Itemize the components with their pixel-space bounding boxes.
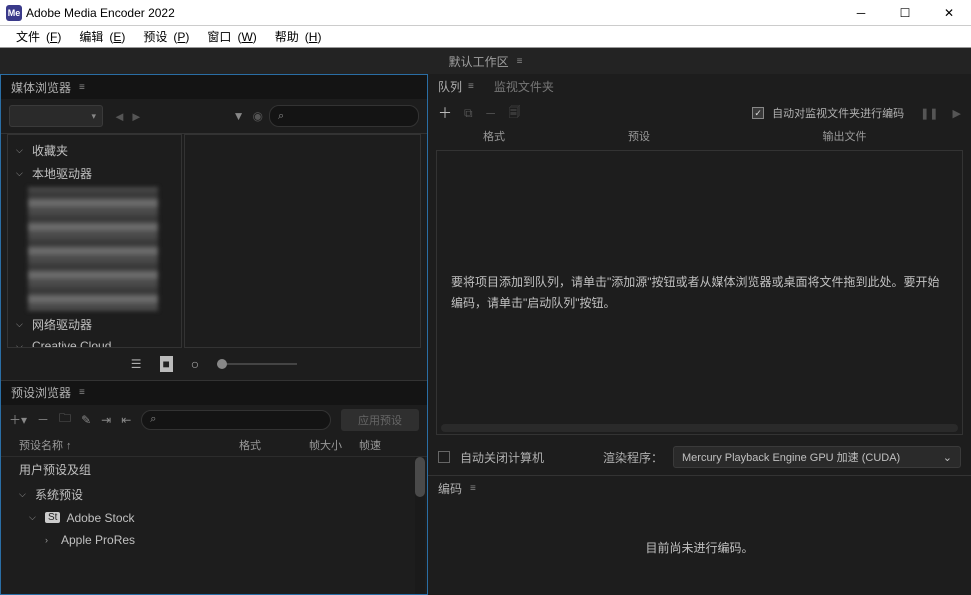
- edit-preset-icon[interactable]: ✎: [81, 413, 91, 427]
- encode-title[interactable]: 编码: [438, 480, 462, 497]
- preset-search-input[interactable]: ⌕: [141, 410, 331, 430]
- preset-user-group[interactable]: 用户预设及组: [1, 457, 427, 482]
- queue-drop-area[interactable]: 要将项目添加到队列，请单击"添加源"按钮或者从媒体浏览器或桌面将文件拖到此处。要…: [436, 150, 963, 435]
- folder-icon[interactable]: 🗀: [59, 409, 71, 430]
- preset-browser-panel: 预设浏览器 ≡ ＋▾ － 🗀 ✎ ⇥ ⇤ ⌕ 应用预设 预设名称 ↑ 格式 帧大…: [1, 380, 427, 595]
- redacted-drives: [28, 187, 158, 311]
- tree-favorites[interactable]: ⌵收藏夹: [8, 139, 181, 162]
- col-preset-name[interactable]: 预设名称 ↑: [19, 437, 239, 453]
- preset-browser-header: 预设浏览器 ≡: [1, 381, 427, 405]
- menu-bar: 文件(F) 编辑(E) 预设(P) 窗口(W) 帮助(H): [0, 26, 971, 48]
- media-tree: ⌵收藏夹 ⌵本地驱动器 ⌵网络驱动器 ⌵Creative Cloud ›▤团队项…: [7, 134, 182, 348]
- media-view-toolbar: ☰ ■ ○: [1, 348, 427, 380]
- preset-toolbar: ＋▾ － 🗀 ✎ ⇥ ⇤ ⌕ 应用预设: [1, 405, 427, 435]
- queue-empty-message: 要将项目添加到队列，请单击"添加源"按钮或者从媒体浏览器或桌面将文件拖到此处。要…: [451, 272, 948, 313]
- col-preset[interactable]: 预设: [544, 128, 734, 150]
- app-icon: Me: [6, 5, 22, 21]
- nav-back-icon[interactable]: ◄: [113, 109, 126, 124]
- renderer-label: 渲染程序：: [603, 449, 663, 466]
- minimize-button[interactable]: ─: [839, 0, 883, 26]
- preset-columns: 预设名称 ↑ 格式 帧大小 帧速: [1, 435, 427, 457]
- col-format[interactable]: 格式: [444, 128, 544, 150]
- col-output[interactable]: 输出文件: [734, 128, 955, 150]
- queue-hscrollbar[interactable]: [441, 424, 958, 432]
- panel-menu-icon[interactable]: ≡: [470, 483, 476, 494]
- list-view-icon[interactable]: ☰: [131, 357, 142, 371]
- eye-icon[interactable]: ◉: [253, 109, 263, 123]
- panel-menu-icon[interactable]: ≡: [79, 82, 85, 93]
- encode-header: 编码 ≡: [428, 476, 971, 500]
- encode-status: 目前尚未进行编码。: [428, 500, 971, 595]
- menu-edit[interactable]: 编辑(E): [67, 28, 131, 45]
- workspace-bar: 默认工作区 ≡: [0, 48, 971, 74]
- encode-panel: 编码 ≡ 目前尚未进行编码。: [428, 475, 971, 595]
- right-column: 队列≡ 监视文件夹 ＋ ⧉ － 🗐 ✓ 自动对监视文件夹进行编码 ❚❚ ▶ 格式…: [428, 74, 971, 595]
- title-bar: Me Adobe Media Encoder 2022 ─ ☐ ✕: [0, 0, 971, 26]
- tree-local-drives[interactable]: ⌵本地驱动器: [8, 162, 181, 185]
- queue-columns: 格式 预设 输出文件: [428, 128, 971, 150]
- copy-icon[interactable]: 🗐: [509, 103, 521, 124]
- tree-network-drives[interactable]: ⌵网络驱动器: [8, 313, 181, 336]
- nav-forward-icon[interactable]: ►: [130, 109, 143, 124]
- close-button[interactable]: ✕: [927, 0, 971, 26]
- workspace-label[interactable]: 默认工作区: [449, 53, 509, 70]
- start-queue-icon[interactable]: ▶: [953, 107, 961, 120]
- maximize-button[interactable]: ☐: [883, 0, 927, 26]
- import-preset-icon[interactable]: ⇥: [101, 413, 111, 427]
- preset-system-group[interactable]: ⌵系统预设: [1, 482, 427, 507]
- media-browser-header: 媒体浏览器 ≡: [1, 75, 427, 99]
- preset-browser-title[interactable]: 预设浏览器: [11, 384, 71, 401]
- tab-watch-folders[interactable]: 监视文件夹: [494, 78, 554, 95]
- col-framesize[interactable]: 帧大小: [309, 437, 359, 453]
- preset-scrollbar-thumb[interactable]: [415, 457, 425, 497]
- media-content-pane: [184, 134, 421, 348]
- auto-encode-label: 自动对监视文件夹进行编码: [772, 105, 904, 121]
- duplicate-icon[interactable]: ⧉: [464, 106, 473, 121]
- media-search-input[interactable]: ⌕: [269, 105, 419, 127]
- add-preset-icon[interactable]: ＋▾: [9, 411, 27, 428]
- window-title: Adobe Media Encoder 2022: [26, 6, 175, 20]
- menu-help[interactable]: 帮助(H): [263, 28, 328, 45]
- renderer-dropdown[interactable]: Mercury Playback Engine GPU 加速 (CUDA)⌄: [673, 446, 961, 468]
- media-browser-title[interactable]: 媒体浏览器: [11, 79, 71, 96]
- stock-icon: St: [45, 512, 60, 523]
- remove-icon[interactable]: －: [485, 105, 497, 122]
- auto-encode-checkbox[interactable]: ✓: [752, 107, 764, 119]
- tab-queue[interactable]: 队列≡: [438, 78, 474, 95]
- pause-queue-icon[interactable]: ❚❚: [920, 107, 938, 120]
- panel-menu-icon[interactable]: ≡: [79, 387, 85, 398]
- auto-shutdown-checkbox[interactable]: [438, 451, 450, 463]
- left-column: 媒体浏览器 ≡ ▾ ◄ ► ▼ ◉ ⌕ ⌵收藏夹 ⌵本地驱动器 ⌵网络驱动器 ⌵…: [0, 74, 428, 595]
- filter-icon[interactable]: ▼: [233, 109, 245, 123]
- queue-tabs: 队列≡ 监视文件夹: [428, 74, 971, 98]
- thumbnail-size-slider[interactable]: [217, 363, 297, 365]
- tree-creative-cloud[interactable]: ⌵Creative Cloud: [8, 336, 181, 348]
- preset-list: 用户预设及组 ⌵系统预设 ⌵StAdobe Stock ›Apple ProRe…: [1, 457, 427, 595]
- zoom-out-icon[interactable]: ○: [191, 356, 199, 372]
- menu-file[interactable]: 文件(F): [4, 28, 67, 45]
- media-browser-toolbar: ▾ ◄ ► ▼ ◉ ⌕: [1, 99, 427, 133]
- path-combo[interactable]: ▾: [9, 105, 103, 127]
- menu-window[interactable]: 窗口(W): [195, 28, 262, 45]
- menu-preset[interactable]: 预设(P): [131, 28, 195, 45]
- add-source-icon[interactable]: ＋: [438, 103, 452, 123]
- col-framerate[interactable]: 帧速: [359, 437, 381, 453]
- export-preset-icon[interactable]: ⇤: [121, 413, 131, 427]
- chevron-down-icon: ⌄: [943, 451, 952, 464]
- delete-preset-icon[interactable]: －: [37, 411, 49, 428]
- apply-preset-button[interactable]: 应用预设: [341, 409, 419, 431]
- queue-footer: 自动关闭计算机 渲染程序： Mercury Playback Engine GP…: [428, 439, 971, 475]
- workspace-menu-icon[interactable]: ≡: [517, 56, 523, 67]
- preset-adobe-stock[interactable]: ⌵StAdobe Stock: [1, 507, 427, 529]
- auto-shutdown-label: 自动关闭计算机: [460, 449, 544, 466]
- queue-toolbar: ＋ ⧉ － 🗐 ✓ 自动对监视文件夹进行编码 ❚❚ ▶: [428, 98, 971, 128]
- col-format[interactable]: 格式: [239, 437, 309, 453]
- preset-apple-prores[interactable]: ›Apple ProRes: [1, 529, 427, 551]
- thumbnail-view-icon[interactable]: ■: [160, 356, 173, 372]
